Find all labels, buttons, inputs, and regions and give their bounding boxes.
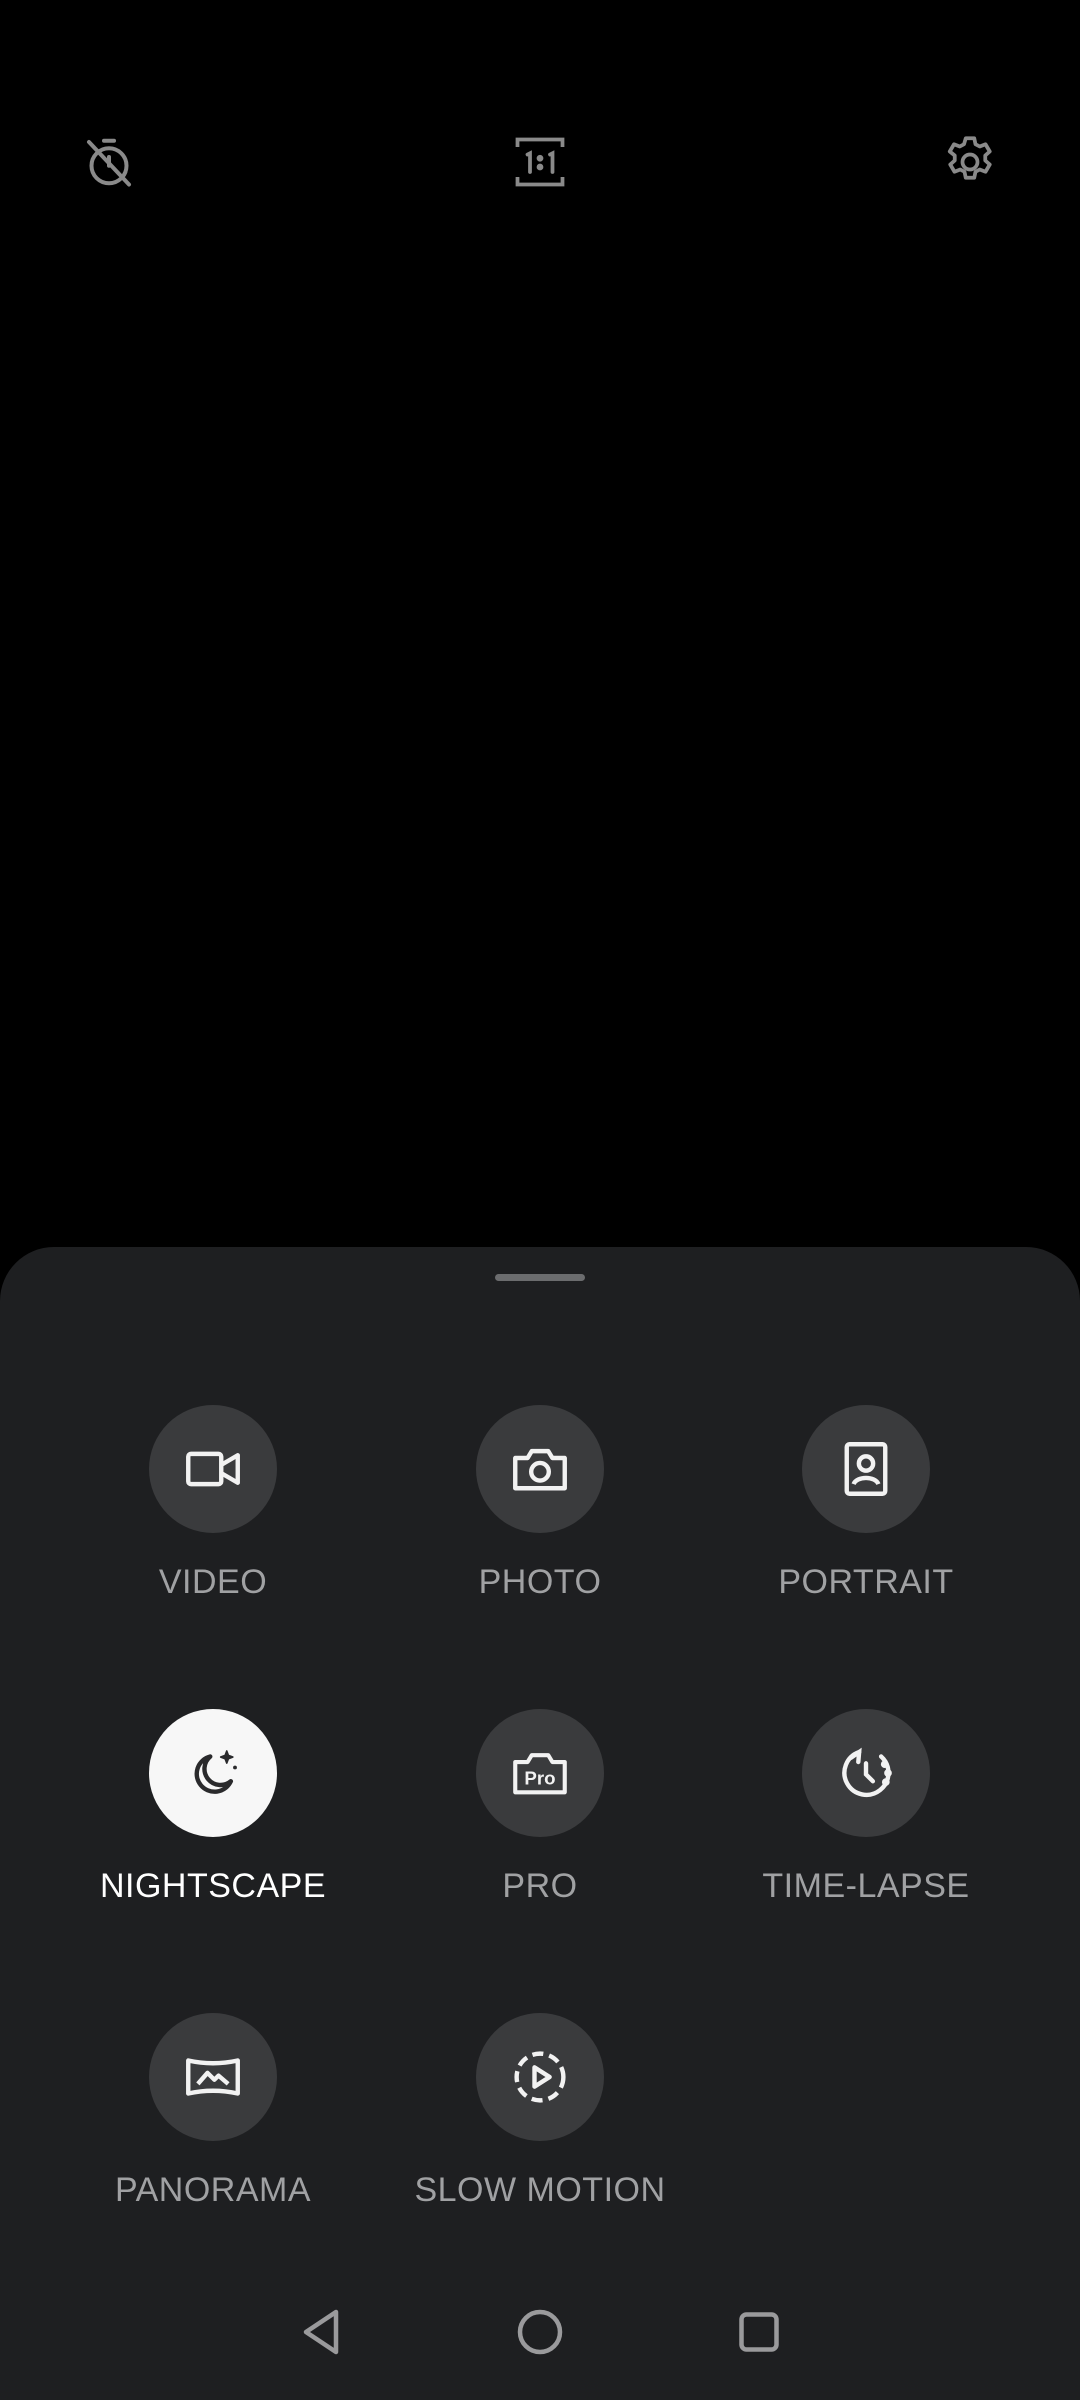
timer-off-icon	[87, 138, 131, 187]
mode-portrait[interactable]: PORTRAIT	[716, 1405, 1016, 1635]
pro-camera-icon: Pro	[513, 1753, 567, 1795]
mode-label: PRO	[502, 1867, 578, 1905]
mode-video-button[interactable]	[149, 1405, 277, 1533]
moon-stars-icon	[194, 1750, 237, 1794]
video-camera-icon	[186, 1451, 240, 1487]
aspect-ratio-1-1-icon	[515, 137, 565, 187]
mode-panorama-button[interactable]	[149, 2013, 277, 2141]
mode-label: PHOTO	[478, 1563, 602, 1601]
mode-pro[interactable]: Pro PRO	[390, 1709, 690, 1939]
mode-nightscape-button[interactable]	[149, 1709, 277, 1837]
timer-button[interactable]	[73, 126, 145, 198]
mode-label: PORTRAIT	[778, 1563, 954, 1601]
mode-photo-button[interactable]	[476, 1405, 604, 1533]
svg-text:Pro: Pro	[524, 1768, 555, 1789]
gear-icon	[947, 136, 992, 180]
system-navigation-bar	[0, 2290, 1080, 2374]
mode-photo[interactable]: PHOTO	[390, 1405, 690, 1635]
mode-label: TIME-LAPSE	[762, 1867, 970, 1905]
mode-selector-sheet: VIDEO PHOTO PORTRAIT NIGHTSCAPE Pro PRO …	[0, 1247, 1080, 2400]
mode-label: PANORAMA	[114, 2171, 312, 2209]
mode-panorama[interactable]: PANORAMA	[63, 2013, 363, 2243]
panorama-icon	[186, 2058, 240, 2096]
mode-nightscape[interactable]: NIGHTSCAPE	[63, 1709, 363, 1939]
home-button[interactable]	[498, 2290, 582, 2374]
back-button[interactable]	[279, 2290, 363, 2374]
mode-pro-button[interactable]: Pro	[476, 1709, 604, 1837]
mode-video[interactable]: VIDEO	[63, 1405, 363, 1635]
slow-motion-icon	[514, 2051, 566, 2103]
mode-label: NIGHTSCAPE	[99, 1867, 327, 1905]
mode-slow-motion-button[interactable]	[476, 2013, 604, 2141]
recents-button[interactable]	[717, 2290, 801, 2374]
time-lapse-icon	[842, 1747, 892, 1798]
mode-portrait-button[interactable]	[802, 1405, 930, 1533]
mode-time-lapse-button[interactable]	[802, 1709, 930, 1837]
recents-square-icon	[739, 2312, 779, 2352]
mode-label: VIDEO	[158, 1563, 268, 1601]
home-circle-icon	[517, 2309, 563, 2355]
portrait-icon	[844, 1442, 888, 1496]
aspect-ratio-button[interactable]	[504, 126, 576, 198]
camera-icon	[513, 1448, 567, 1491]
mode-label: SLOW MOTION	[414, 2171, 666, 2209]
sheet-drag-handle[interactable]	[495, 1274, 585, 1281]
back-triangle-icon	[303, 2309, 339, 2355]
settings-button[interactable]	[934, 126, 1006, 198]
mode-slow-motion[interactable]: SLOW MOTION	[390, 2013, 690, 2243]
mode-time-lapse[interactable]: TIME-LAPSE	[716, 1709, 1016, 1939]
